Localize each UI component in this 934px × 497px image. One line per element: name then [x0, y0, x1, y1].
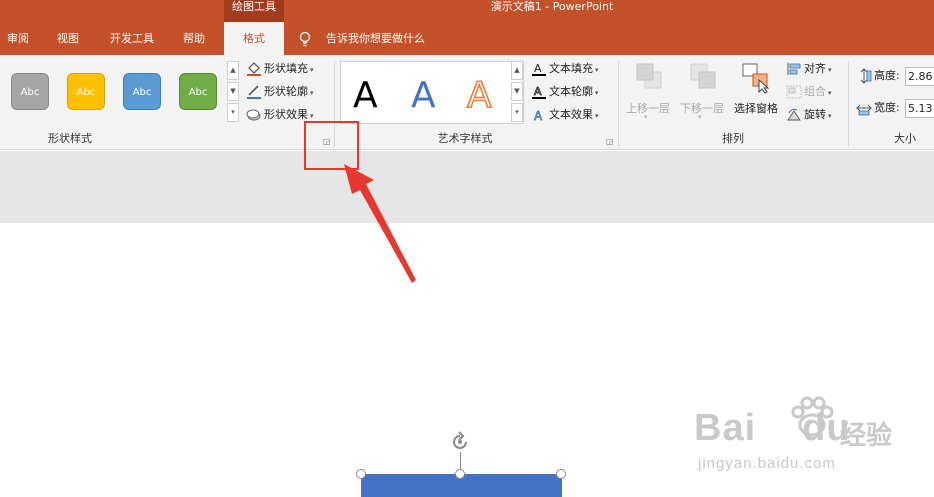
bring-forward-label: 上移一层 [626, 102, 670, 115]
shape-fill-button[interactable]: 形状填充 ▾ [246, 59, 314, 79]
dropdown-arrow-icon: ▾ [828, 112, 832, 120]
shape-width-icon [856, 104, 872, 116]
bring-forward-button[interactable]: 上移一层 ▾ [623, 60, 673, 125]
group-separator [848, 61, 849, 147]
ribbon: Abc Abc Abc Abc ▲ ▼ ▾ 形状填充 ▾ 形状轮廓 ▾ 形状效果 ▾ … [0, 55, 934, 150]
send-backward-label: 下移一层 [680, 102, 724, 115]
watermark-jingyan: 经验 [840, 421, 893, 451]
wordart-styles-group-label: 艺术字样式 [437, 132, 493, 145]
wordart-gallery: A A A [340, 61, 524, 124]
wordart-gallery-scroll-down[interactable]: ▼ [511, 82, 523, 101]
group-icon [786, 85, 802, 99]
wordart-style-black[interactable]: A [353, 76, 378, 116]
baidu-jingyan-watermark: Bai du 经验 jingyan.baidu.com [694, 395, 924, 490]
arrange-group-label: 排列 [722, 132, 744, 145]
dropdown-arrow-icon: ▾ [595, 66, 599, 74]
size-group-label: 大小 [894, 132, 916, 145]
lightbulb-icon[interactable] [298, 31, 312, 47]
text-fill-label: 文本填充 [549, 62, 593, 75]
group-separator [618, 61, 619, 147]
wordart-gallery-scroll-up[interactable]: ▲ [511, 61, 523, 80]
shape-style-gray[interactable]: Abc [11, 73, 49, 110]
watermark-brand-bai: Bai [694, 407, 757, 449]
annotation-arrow-icon [344, 164, 416, 283]
tab-format[interactable]: 格式 [224, 22, 284, 55]
paint-bucket-icon [247, 62, 261, 76]
shape-style-blue[interactable]: Abc [123, 73, 161, 110]
rotation-handle-icon[interactable] [448, 430, 472, 454]
pen-icon [247, 85, 261, 99]
shape-outline-button[interactable]: 形状轮廓 ▾ [246, 82, 314, 102]
shape-outline-label: 形状轮廓 [264, 85, 308, 98]
shape-width-input[interactable]: 5.13 [905, 99, 934, 118]
shape-gallery-more[interactable]: ▾ [227, 103, 239, 122]
tab-view[interactable]: 视图 [48, 22, 88, 55]
dropdown-arrow-icon: ▾ [310, 89, 314, 97]
shape-gallery-scroll-up[interactable]: ▲ [227, 61, 239, 80]
align-icon [787, 63, 801, 75]
group-label: 组合 [804, 85, 826, 98]
shape-fill-label: 形状填充 [264, 62, 308, 75]
shape-height-input[interactable]: 2.86 [905, 67, 934, 86]
dropdown-arrow-icon: ▾ [644, 113, 648, 121]
rotate-label: 旋转 [804, 108, 826, 121]
send-backward-icon [690, 63, 716, 89]
shape-style-green[interactable]: Abc [179, 73, 217, 110]
selection-pane-label: 选择窗格 [734, 102, 778, 115]
align-button[interactable]: 对齐 ▾ [786, 59, 832, 79]
dropdown-arrow-icon: ▾ [595, 112, 599, 120]
resize-handle-top-middle[interactable] [455, 469, 465, 479]
svg-text:A: A [534, 85, 542, 98]
svg-text:A: A [534, 109, 543, 122]
bring-forward-icon [636, 63, 662, 89]
selection-pane-icon [742, 63, 770, 94]
text-outline-button[interactable]: A 文本轮廓 ▾ [531, 82, 599, 102]
resize-handle-top-right[interactable] [556, 469, 566, 479]
rotate-button[interactable]: 旋转 ▾ [786, 105, 832, 125]
dropdown-arrow-icon: ▾ [828, 66, 832, 74]
align-label: 对齐 [804, 62, 826, 75]
document-title: 演示文稿1 - PowerPoint [490, 0, 614, 13]
svg-text:A: A [534, 62, 542, 75]
watermark-url: jingyan.baidu.com [698, 455, 836, 472]
send-backward-button[interactable]: 下移一层 ▾ [677, 60, 727, 125]
wordart-style-orange-outline[interactable]: A [466, 75, 492, 117]
wordart-style-blue[interactable]: A [411, 76, 436, 116]
dropdown-arrow-icon: ▾ [310, 112, 314, 120]
shape-width-label: 宽度: [874, 101, 900, 114]
powerpoint-window: 绘图工具 演示文稿1 - PowerPoint 审阅 视图 开发工具 帮助 格式… [0, 0, 934, 497]
watermark-brand: Bai du [694, 407, 851, 450]
wordart-gallery-more[interactable]: ▾ [511, 103, 523, 122]
group-button[interactable]: 组合 ▾ [786, 82, 832, 102]
shape-effects-label: 形状效果 [264, 108, 308, 121]
selection-pane-button[interactable]: 选择窗格 [731, 60, 781, 125]
shape-gallery-scroll-down[interactable]: ▼ [227, 82, 239, 101]
shape-height-label: 高度: [874, 69, 900, 82]
text-effects-button[interactable]: A 文本效果 ▾ [531, 105, 599, 125]
shape-style-gold[interactable]: Abc [67, 73, 105, 110]
text-effects-label: 文本效果 [549, 108, 593, 121]
dropdown-arrow-icon: ▾ [698, 113, 702, 121]
wordart-styles-dialog-launcher[interactable]: ◲ [606, 138, 614, 146]
text-outline-icon: A [532, 85, 546, 99]
tab-help[interactable]: 帮助 [174, 22, 214, 55]
shape-effects-icon [246, 109, 261, 121]
tab-review[interactable]: 审阅 [0, 22, 36, 55]
tell-me-search[interactable]: 告诉我你想要做什么 [326, 22, 425, 55]
slide-workspace-background [0, 151, 934, 223]
dropdown-arrow-icon: ▾ [595, 89, 599, 97]
dropdown-arrow-icon: ▾ [828, 89, 832, 97]
shape-height-icon [860, 68, 872, 84]
resize-handle-top-left[interactable] [356, 469, 366, 479]
dropdown-arrow-icon: ▾ [310, 66, 314, 74]
rotate-icon [787, 108, 801, 121]
text-outline-label: 文本轮廓 [549, 85, 593, 98]
tab-developer[interactable]: 开发工具 [100, 22, 164, 55]
text-fill-button[interactable]: A 文本填充 ▾ [531, 59, 599, 79]
text-effects-icon: A [534, 109, 544, 122]
shape-styles-group-label: 形状样式 [48, 132, 92, 145]
text-fill-icon: A [532, 62, 546, 76]
